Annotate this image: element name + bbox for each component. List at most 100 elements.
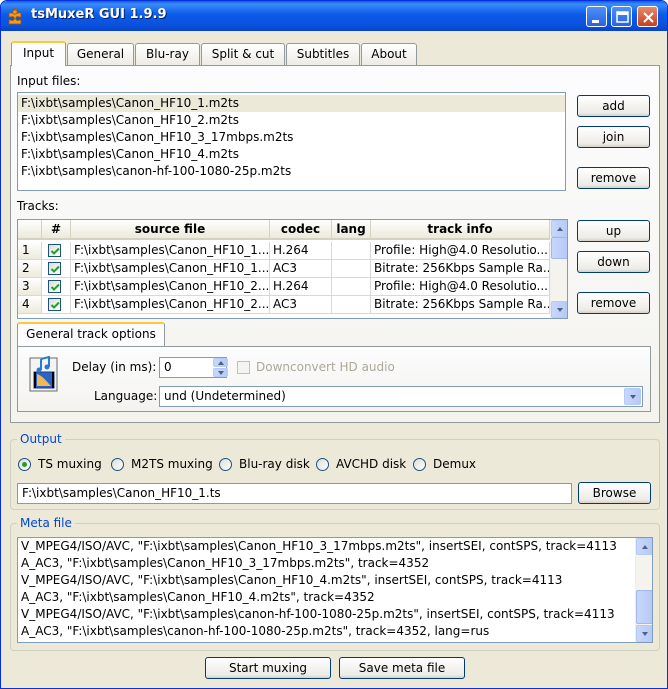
downconvert-checkbox[interactable] [237, 361, 250, 374]
radio-avchd-disk[interactable] [316, 458, 329, 471]
track-checkbox[interactable] [48, 280, 61, 293]
row-codec: AC3 [270, 260, 332, 278]
save-meta-file-button[interactable]: Save meta file [339, 657, 465, 679]
list-item[interactable]: F:\ixbt\samples\canon-hf-100-1080-25p.m2… [18, 163, 565, 180]
list-item[interactable]: F:\ixbt\samples\Canon_HF10_4.m2ts [18, 146, 565, 163]
radio-label[interactable]: Demux [433, 457, 476, 471]
radio-demux[interactable] [413, 458, 426, 471]
meta-line: V_MPEG4/ISO/AVC, "F:\ixbt\samples\Canon_… [21, 539, 617, 553]
list-item[interactable]: F:\ixbt\samples\Canon_HF10_1.m2ts [18, 95, 565, 112]
scroll-thumb[interactable] [551, 237, 567, 259]
arrow-up-icon [557, 227, 563, 231]
header-track-info[interactable]: track info [371, 220, 550, 240]
media-file-icon [29, 356, 58, 392]
radio-label[interactable]: Blu-ray disk [239, 457, 310, 471]
row-info: Bitrate: 256Kbps Sample Ra... [371, 260, 550, 278]
row-source: F:\ixbt\samples\Canon_HF10_1... [71, 242, 270, 260]
radio-label[interactable]: TS muxing [38, 457, 102, 471]
remove-file-button[interactable]: remove [577, 167, 650, 189]
language-dropdown-button[interactable] [624, 388, 641, 405]
scroll-up-button[interactable] [636, 538, 652, 555]
row-number: 1 [18, 242, 42, 260]
track-checkbox[interactable] [48, 244, 61, 257]
spin-up-button[interactable] [213, 358, 228, 367]
meta-line: V_MPEG4/ISO/AVC, "F:\ixbt\samples\Canon_… [21, 573, 563, 587]
close-button[interactable] [637, 6, 658, 27]
check-icon [50, 283, 60, 291]
tab-input[interactable]: Input [11, 41, 66, 66]
tab-blu-ray[interactable]: Blu-ray [135, 43, 200, 65]
radio-label[interactable]: M2TS muxing [131, 457, 213, 471]
delay-stepper[interactable] [213, 358, 228, 377]
maximize-button[interactable] [611, 6, 632, 27]
downconvert-label: Downconvert HD audio [256, 360, 395, 374]
scroll-up-button[interactable] [551, 220, 567, 237]
tab-general-track-options[interactable]: General track options [17, 322, 165, 346]
start-muxing-button[interactable]: Start muxing [205, 657, 331, 679]
minimize-button[interactable] [586, 6, 607, 27]
tab-split-cut[interactable]: Split & cut [201, 43, 285, 65]
remove-track-button[interactable]: remove [577, 292, 650, 314]
minimize-icon [592, 20, 599, 23]
add-button[interactable]: add [577, 95, 650, 117]
meta-file-title: Meta file [17, 516, 75, 530]
header-source-file[interactable]: source file [71, 220, 270, 240]
row-info: Profile: High@4.0 Resolutio... [371, 278, 550, 296]
arrow-up-icon [218, 361, 224, 365]
meta-line: A_AC3, "F:\ixbt\samples\Canon_HF10_3_17m… [21, 556, 430, 570]
title-bar[interactable]: tsMuxeR GUI 1.9.9 [1, 1, 667, 31]
tab-subtitles[interactable]: Subtitles [286, 43, 360, 65]
meta-line: A_AC3, "F:\ixbt\samples\canon-hf-100-108… [21, 624, 490, 638]
output-path-input[interactable]: F:\ixbt\samples\Canon_HF10_1.ts [17, 483, 572, 504]
track-checkbox[interactable] [48, 298, 61, 311]
row-source: F:\ixbt\samples\Canon_HF10_2... [71, 278, 270, 296]
tracks-scrollbar[interactable] [550, 220, 567, 318]
row-codec: H.264 [270, 242, 332, 260]
language-select[interactable]: und (Undetermined) [159, 386, 643, 407]
check-icon [50, 301, 60, 309]
row-checkbox-cell [42, 242, 71, 260]
browse-button[interactable]: Browse [578, 482, 651, 504]
tab-general[interactable]: General [67, 43, 134, 65]
delay-label: Delay (in ms): [72, 360, 157, 374]
tracks-table[interactable]: # source file codec lang track info 1 F:… [17, 219, 568, 319]
spin-down-button[interactable] [213, 368, 228, 377]
row-number: 3 [18, 278, 42, 296]
tab-about[interactable]: About [361, 43, 417, 65]
meta-file-textarea[interactable]: V_MPEG4/ISO/AVC, "F:\ixbt\samples\Canon_… [17, 537, 653, 643]
radio-ts-muxing[interactable] [18, 458, 31, 471]
row-checkbox-cell [42, 278, 71, 296]
scroll-thumb[interactable] [636, 590, 652, 624]
scroll-down-button[interactable] [551, 301, 567, 318]
radio-m2ts-muxing[interactable] [111, 458, 124, 471]
chevron-down-icon [630, 395, 636, 399]
list-item[interactable]: F:\ixbt\samples\Canon_HF10_3_17mbps.m2ts [18, 129, 565, 146]
input-tab-panel: Input files: F:\ixbt\samples\Canon_HF10_… [10, 65, 660, 423]
header-lang[interactable]: lang [332, 220, 371, 240]
radio-label[interactable]: AVCHD disk [336, 457, 406, 471]
join-button[interactable]: join [577, 126, 650, 148]
language-value: und (Undetermined) [164, 389, 286, 403]
input-files-label: Input files: [17, 74, 81, 88]
app-puzzle-icon [8, 8, 22, 25]
input-files-list[interactable]: F:\ixbt\samples\Canon_HF10_1.m2ts F:\ixb… [17, 92, 566, 191]
scroll-down-button[interactable] [636, 625, 652, 642]
list-item[interactable]: F:\ixbt\samples\Canon_HF10_2.m2ts [18, 112, 565, 129]
row-codec: AC3 [270, 296, 332, 314]
tracks-label: Tracks: [17, 199, 59, 213]
arrow-up-icon [642, 545, 648, 549]
row-number: 2 [18, 260, 42, 278]
arrow-down-icon [218, 371, 224, 375]
track-checkbox[interactable] [48, 262, 61, 275]
header-codec[interactable]: codec [270, 220, 332, 240]
output-title: Output [17, 432, 65, 446]
row-lang [332, 296, 371, 314]
row-source: F:\ixbt\samples\Canon_HF10_1... [71, 260, 270, 278]
up-button[interactable]: up [577, 220, 650, 242]
header-num[interactable]: # [42, 220, 71, 240]
check-icon [50, 247, 60, 255]
radio-blu-ray-disk[interactable] [219, 458, 232, 471]
row-lang [332, 260, 371, 278]
down-button[interactable]: down [577, 251, 650, 273]
meta-scrollbar[interactable] [635, 538, 652, 642]
